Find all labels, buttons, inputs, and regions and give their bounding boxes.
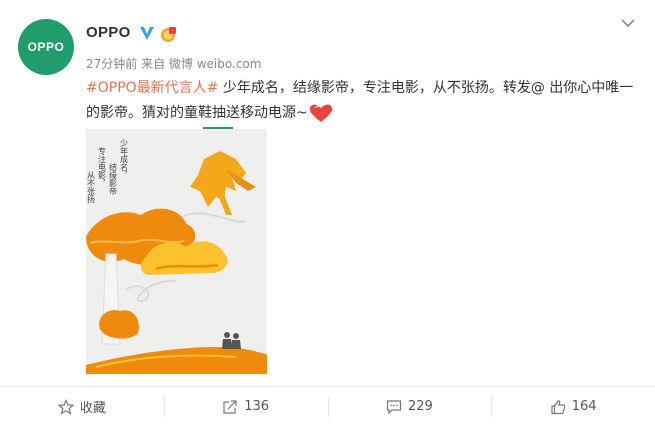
avatar-logo-text: OPPO — [27, 40, 65, 54]
post-image[interactable]: 少年成名， 结缘影帝 专注电影， 从不张扬 — [86, 129, 267, 374]
medal-badge-icon[interactable] — [159, 25, 177, 43]
like-count: 164 — [571, 399, 597, 414]
poem-line-2: 结缘影帝 — [109, 162, 118, 196]
post-text: #OPPO最新代言人# 少年成名，结缘影帝，专注电影，从不张扬。转发@ 出你心中… — [86, 76, 638, 126]
star-icon — [57, 398, 74, 415]
post-time[interactable]: 27分钟前 — [86, 57, 137, 71]
like-icon — [551, 399, 566, 414]
repost-icon — [223, 399, 237, 414]
repost-button[interactable]: 136 — [163, 387, 328, 426]
comment-count: 229 — [407, 399, 433, 414]
post-meta: 27分钟前 来自 微博 weibo.com — [86, 55, 261, 72]
username-link[interactable]: OPPO — [86, 24, 131, 41]
chevron-down-icon[interactable] — [621, 18, 635, 28]
repost-count: 136 — [244, 399, 270, 414]
post-source: 来自 微博 weibo.com — [141, 57, 262, 71]
favorite-button[interactable]: 收藏 — [0, 387, 164, 426]
comment-icon — [386, 399, 402, 414]
comment-button[interactable]: 229 — [327, 387, 492, 426]
poem-line-3: 专注电影， — [98, 146, 107, 187]
avatar[interactable]: OPPO — [18, 19, 74, 75]
like-button[interactable]: 164 — [491, 387, 655, 426]
action-bar: 收藏 136 229 164 — [0, 387, 655, 426]
topic-link[interactable]: #OPPO最新代言人# — [86, 80, 218, 96]
favorite-label: 收藏 — [79, 401, 106, 416]
poem-line-4: 从不张扬 — [87, 171, 96, 204]
verified-icon — [140, 27, 154, 40]
poem-line-1: 少年成名， — [120, 139, 129, 179]
poster-illustration: 少年成名， 结缘影帝 专注电影， 从不张扬 — [86, 129, 267, 374]
heart-icon — [309, 104, 332, 122]
